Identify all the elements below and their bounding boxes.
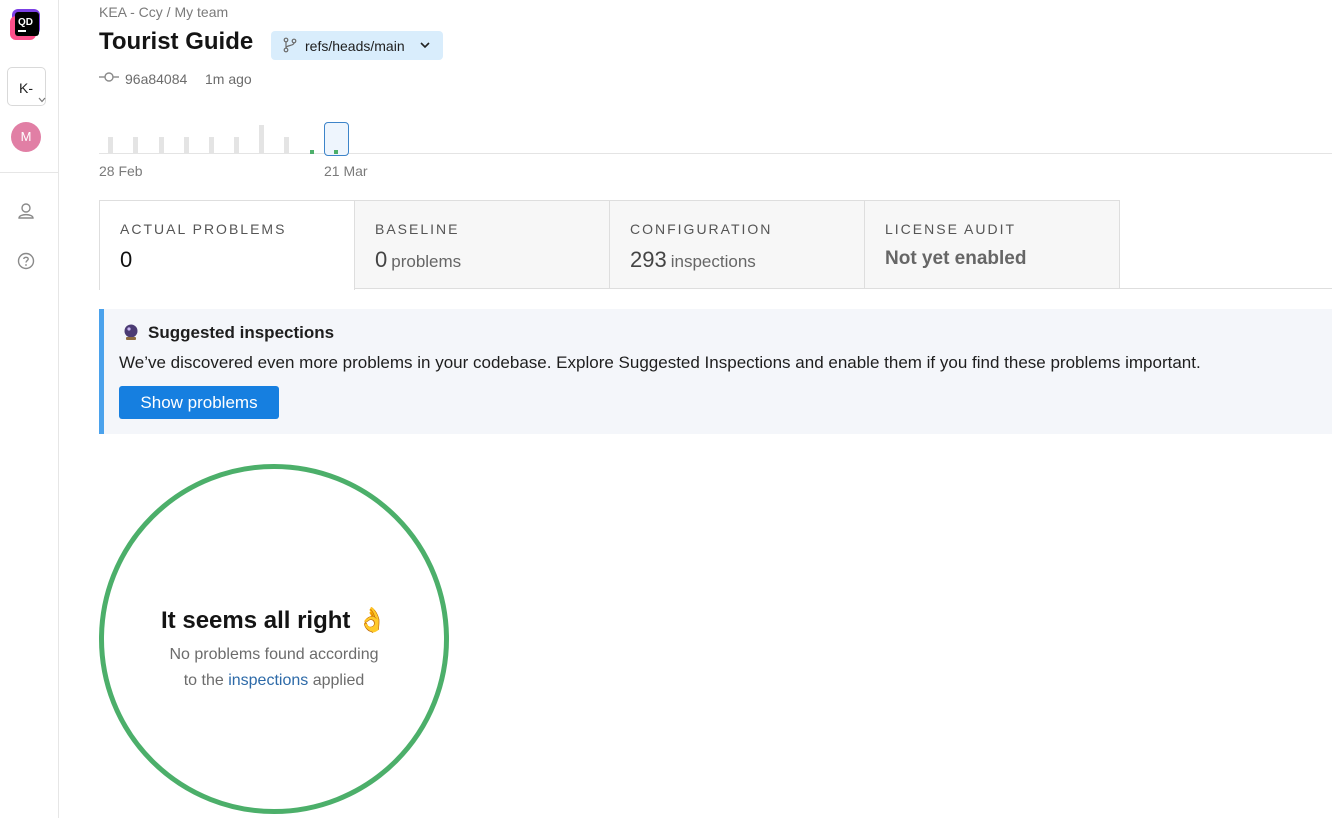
rail-divider [0,172,58,173]
timeline-run[interactable] [159,137,164,153]
empty-state-title: It seems all right 👌 [161,607,387,634]
tab-configuration[interactable]: CONFIGURATION 293 inspections [609,200,865,289]
chevron-down-icon [38,97,46,103]
page-title: Tourist Guide [99,28,254,55]
timeline-run[interactable] [133,137,138,153]
inspections-link[interactable]: inspections [228,672,308,689]
help-icon[interactable] [16,251,36,271]
tab-title: CONFIGURATION [630,221,773,237]
timeline-start-date: 28 Feb [99,163,143,179]
user-profile-icon[interactable] [16,201,36,221]
git-branch-icon [283,37,297,53]
left-rail: QD K- M [0,0,59,818]
timeline-run[interactable] [234,137,239,153]
commit-time: 1m ago [205,71,252,87]
show-problems-button[interactable]: Show problems [119,386,279,419]
project-switcher-label: K- [19,80,33,96]
qodana-logo-icon[interactable]: QD [10,8,43,41]
breadcrumb[interactable]: KEA - Ccy / My team [99,4,228,20]
timeline-run[interactable] [209,137,214,153]
banner-title: Suggested inspections [148,323,335,342]
user-avatar[interactable]: M [11,122,41,152]
timeline-run[interactable] [259,125,264,153]
timeline-run-success-marker[interactable] [310,150,314,154]
tab-value: 293 inspections [630,247,756,272]
tab-title: ACTUAL PROBLEMS [120,221,287,237]
tab-value: Not yet enabled [885,248,1027,269]
timeline-run-success-marker [334,150,338,154]
empty-state-text-2: to the inspections applied [183,672,365,689]
suggested-inspections-banner: Suggested inspections We’ve discovered e… [99,309,1332,434]
commit-icon [99,72,119,82]
tabs-divider [1119,288,1332,289]
banner-text: We’ve discovered even more problems in y… [119,353,1201,372]
success-ring [99,464,449,814]
branch-label: refs/heads/main [305,38,405,54]
tab-value: 0 problems [375,247,462,272]
tab-title: BASELINE [375,221,460,237]
tab-license-audit[interactable]: LICENSE AUDIT Not yet enabled [864,200,1120,289]
tab-actual-problems[interactable]: ACTUAL PROBLEMS 0 [99,200,355,290]
tab-title: LICENSE AUDIT [885,221,1017,237]
tab-baseline[interactable]: BASELINE 0 problems [354,200,610,289]
project-switcher[interactable]: K- [7,67,46,106]
chevron-down-icon [420,42,430,49]
crystal-ball-icon [124,324,138,340]
timeline-run[interactable] [284,137,289,153]
empty-state-text: No problems found according [169,646,379,663]
tab-value: 0 [120,247,133,272]
timeline-end-date: 21 Mar [324,163,368,179]
timeline-run[interactable] [108,137,113,153]
timeline-run[interactable] [184,137,189,153]
commit-hash[interactable]: 96a84084 [125,71,187,87]
svg-text:QD: QD [18,17,33,28]
branch-selector[interactable]: refs/heads/main [271,31,443,60]
timeline-axis [99,153,1332,154]
